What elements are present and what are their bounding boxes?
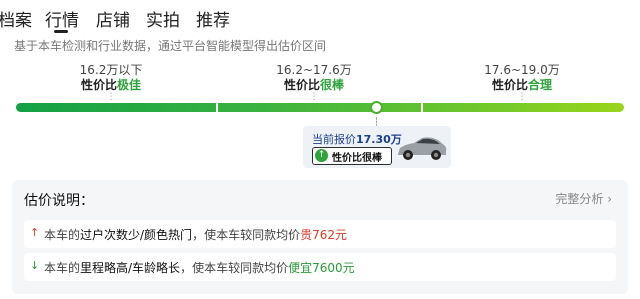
range-marker-excellent: 16.2万以下 性价比极佳 ⋮ (31, 63, 191, 102)
badge-label: 性价比很棒 (332, 153, 382, 164)
bar-separator (421, 103, 423, 112)
range-level: 性价比极佳 (80, 78, 142, 92)
range-tick: ⋮ (517, 92, 527, 102)
bar-separator (216, 103, 218, 112)
range-price: 17.6~19.0万 (484, 63, 560, 77)
current-price-knob (370, 101, 383, 114)
valuation-subtitle: 基于本车检测和行业数据，通过平台智能模型得出估价区间 (14, 39, 327, 53)
tab-photos[interactable]: 实拍 (146, 6, 180, 31)
explanation-item-up: ↑ 本车的过户次数少/颜色热门，使本车较同款均价贵762元 (24, 220, 616, 248)
range-price: 16.2~17.6万 (276, 63, 352, 77)
full-analysis-link[interactable]: 完整分析 › (555, 190, 612, 207)
tab-shop[interactable]: 店铺 (96, 6, 130, 31)
value-badge: ↑ 性价比很棒 (312, 147, 392, 165)
tab-profile[interactable]: 档案 (0, 6, 32, 31)
range-level: 性价比很棒 (283, 78, 345, 92)
range-tick: ⋮ (309, 92, 319, 102)
range-level: 性价比合理 (491, 78, 553, 92)
valuation-explanation: 估价说明： 完整分析 › ↑ 本车的过户次数少/颜色热门，使本车较同款均价贵76… (12, 180, 628, 294)
current-price-card: 当前报价17.30万 ↑ 性价比很棒 (303, 126, 451, 168)
range-tick: ⋮ (106, 92, 116, 102)
range-marker-fair: 17.6~19.0万 性价比合理 ⋮ (442, 63, 602, 102)
explanation-title: 估价说明： (24, 193, 94, 209)
explanation-text: 本车的里程略高/车龄略长，使本车较同款均价便宜7600元 (44, 261, 355, 275)
arrow-up-icon: ↑ (30, 226, 40, 239)
active-tab-indicator (54, 30, 68, 33)
explanation-text: 本车的过户次数少/颜色热门，使本车较同款均价贵762元 (44, 228, 347, 242)
current-price-text: 当前报价17.30万 (312, 133, 402, 146)
tab-bar: 档案 行情 店铺 实拍 推荐 (0, 0, 640, 36)
tab-recommend[interactable]: 推荐 (196, 6, 230, 31)
tab-market[interactable]: 行情 (45, 6, 79, 31)
explanation-item-down: ↓ 本车的里程略高/车龄略长，使本车较同款均价便宜7600元 (24, 253, 616, 281)
price-range-bar (16, 103, 624, 112)
range-price: 16.2万以下 (79, 63, 143, 77)
arrow-down-icon: ↓ (30, 259, 40, 272)
range-marker-great: 16.2~17.6万 性价比很棒 ⋮ (234, 63, 394, 102)
arrow-up-icon: ↑ (315, 149, 328, 162)
car-thumbnail-icon (398, 137, 447, 160)
